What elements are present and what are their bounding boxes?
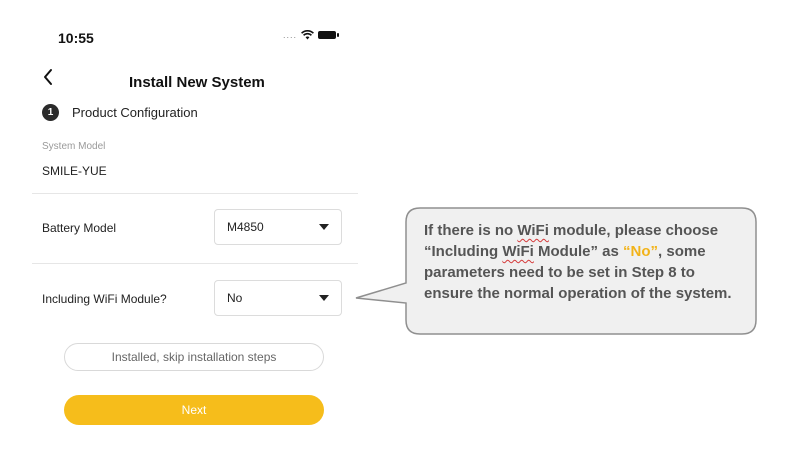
status-icons: .... bbox=[283, 30, 340, 40]
caret-down-icon bbox=[319, 224, 329, 230]
caret-down-icon bbox=[319, 295, 329, 301]
divider bbox=[32, 263, 358, 264]
divider bbox=[32, 193, 358, 194]
callout-text-part: If there is no bbox=[424, 222, 518, 239]
step-number-badge: 1 bbox=[42, 104, 59, 121]
callout-text: If there is no WiFi module, please choos… bbox=[424, 220, 740, 304]
wifi-module-select[interactable]: No bbox=[214, 280, 342, 316]
callout-text-part: WiFi bbox=[517, 222, 549, 239]
wifi-module-label: Including WiFi Module? bbox=[42, 292, 167, 306]
next-button[interactable]: Next bbox=[64, 395, 324, 425]
chevron-left-icon bbox=[44, 69, 52, 85]
system-model-label: System Model bbox=[42, 141, 106, 152]
battery-model-label: Battery Model bbox=[42, 221, 117, 235]
status-time: 10:55 bbox=[58, 30, 94, 46]
skip-installation-button[interactable]: Installed, skip installation steps bbox=[64, 343, 324, 371]
battery-icon bbox=[318, 31, 340, 39]
battery-model-value: M4850 bbox=[227, 220, 264, 234]
wifi-module-value: No bbox=[227, 291, 243, 305]
wifi-icon bbox=[301, 30, 314, 40]
signal-icon: .... bbox=[283, 30, 298, 40]
back-button[interactable] bbox=[42, 68, 54, 90]
callout-text-part: Module” as bbox=[533, 243, 624, 260]
step-label: Product Configuration bbox=[72, 105, 198, 120]
system-model-value: SMILE-YUE bbox=[42, 164, 107, 178]
callout-highlight: “No” bbox=[623, 243, 659, 260]
callout-text-part: WiFi bbox=[502, 243, 534, 260]
battery-model-select[interactable]: M4850 bbox=[214, 209, 342, 245]
page-title: Install New System bbox=[129, 74, 265, 91]
